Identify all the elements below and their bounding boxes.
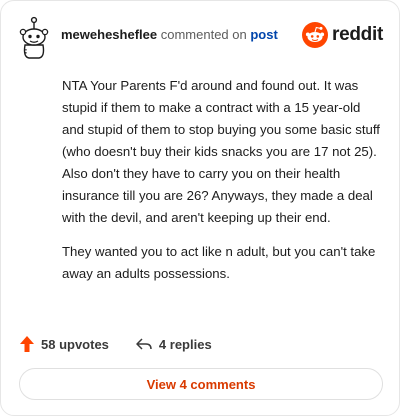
comment-paragraph: NTA Your Parents F'd around and found ou… [62,78,380,225]
reply-count: 4 replies [158,336,212,352]
byline: mewehesheflee commented on post [61,27,278,42]
comment-paragraph: They wanted you to act like n adult, but… [62,244,376,281]
comment-body: NTA Your Parents F'd around and found ou… [62,75,380,297]
upvote-count: 58 upvotes [41,336,109,352]
comment-actions: 58 upvotes 4 replies [19,334,212,354]
reply-arrow-icon [136,338,152,350]
action-text: commented on [160,27,247,42]
snoo-avatar-icon [19,16,49,59]
post-link[interactable]: post [250,27,277,42]
reddit-snoo-icon [302,22,329,48]
reply-button[interactable]: 4 replies [135,336,212,352]
comment-header: mewehesheflee commented on post reddit [15,15,385,59]
view-comments-button[interactable]: View 4 comments [19,368,383,400]
upvote-arrow-icon [20,336,34,352]
reddit-brand[interactable]: reddit [302,21,383,49]
username[interactable]: mewehesheflee [61,27,157,42]
reddit-wordmark: reddit [332,24,383,45]
upvote-button[interactable]: 58 upvotes [19,335,109,353]
avatar[interactable] [15,15,53,59]
comment-card: mewehesheflee commented on post reddit N… [0,0,400,416]
